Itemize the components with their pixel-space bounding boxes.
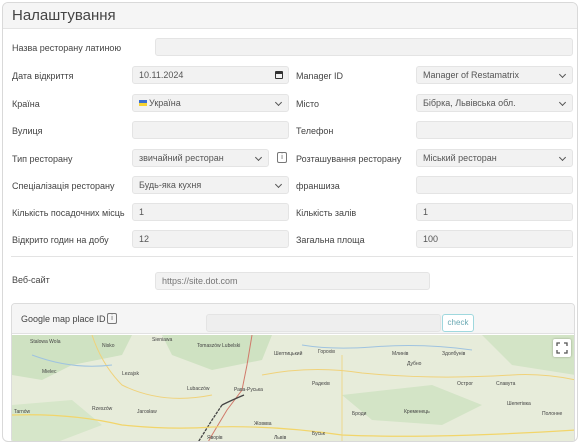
halls-label: Кількість залів <box>296 208 357 218</box>
page-title: Налаштування <box>12 7 116 24</box>
calendar-icon[interactable] <box>275 71 283 79</box>
map-label-sheptytskyi: Шептицький <box>274 350 303 357</box>
country-value: Україна <box>149 98 181 108</box>
map-label-zhovkva: Жовква <box>254 421 272 427</box>
location-select[interactable]: Міський ресторан <box>416 149 573 167</box>
country-select[interactable]: Україна <box>132 94 289 112</box>
map-label-radekhiv: Радехів <box>312 381 330 387</box>
fullscreen-icon <box>556 342 568 354</box>
map-label-sieniawa: Sieniawa <box>152 337 173 343</box>
section-divider <box>11 256 573 257</box>
opening-date-value: 10.11.2024 <box>139 70 184 80</box>
phone-input[interactable] <box>416 121 573 139</box>
location-label: Розташування ресторану <box>296 154 402 164</box>
map-label-zdolbuniv: Здолбунів <box>442 351 466 357</box>
map-label-brody: Броди <box>352 411 367 417</box>
map-label-lubaczow: Lubaczów <box>187 386 210 392</box>
restaurant-type-info-icon[interactable]: i <box>277 152 287 163</box>
street-label: Вулиця <box>12 126 43 136</box>
hours-label: Відкрито годин на добу <box>12 235 109 245</box>
map-label-dubno: Дубно <box>407 361 422 367</box>
website-input[interactable] <box>155 272 430 290</box>
phone-label: Телефон <box>296 126 334 136</box>
map-label-nisko: Nisko <box>102 343 115 349</box>
opening-date-input[interactable]: 10.11.2024 <box>132 66 289 84</box>
city-select[interactable]: Бібрка, Львівська обл. <box>416 94 573 112</box>
panel-header: Налаштування <box>3 3 577 29</box>
street-input[interactable] <box>132 121 289 139</box>
area-label: Загальна площа <box>296 235 365 245</box>
map-label-rava-ruska: Рава-Руська <box>234 387 263 393</box>
map-label-lviv: Львів <box>274 435 287 441</box>
area-input[interactable]: 100 <box>416 230 573 248</box>
franchise-label: франшиза <box>296 181 340 191</box>
map-label-shepetivka: Шепетівка <box>507 401 531 407</box>
fullscreen-button[interactable] <box>553 339 571 357</box>
manager-select[interactable]: Manager of Restamatrix <box>416 66 573 84</box>
map-label-yavoriv: Яворів <box>207 435 223 441</box>
map-label-polonne: Полонне <box>542 411 563 417</box>
map-view[interactable]: Stalowa Wola Nisko Sieniawa Tomaszów Lub… <box>12 335 574 441</box>
hours-input[interactable]: 12 <box>132 230 289 248</box>
check-button[interactable]: check <box>442 314 474 332</box>
map-label-mlyniv: Млинів <box>392 351 409 357</box>
map-label-lezajsk: Lezajsk <box>122 371 139 377</box>
map-label-busk: Буськ <box>312 431 326 437</box>
google-map-place-id-label: Google map place ID <box>21 314 106 324</box>
restaurant-type-label: Тип ресторану <box>12 154 73 164</box>
map-label-tomaszow: Tomaszów Lubelski <box>197 343 240 349</box>
map-card-header: Google map place ID i check <box>12 304 574 334</box>
opening-date-label: Дата відкриття <box>12 71 74 81</box>
specialization-select[interactable]: Будь-яка кухня <box>132 176 289 194</box>
specialization-label: Спеціалізація ресторану <box>12 181 115 191</box>
google-map-card: Google map place ID i check Stalowa Wola… <box>11 303 575 441</box>
ukraine-flag-icon <box>139 100 147 106</box>
manager-label: Manager ID <box>296 71 344 81</box>
seats-label: Кількість посадочних місць <box>12 208 125 218</box>
latin-name-input[interactable] <box>155 38 573 56</box>
place-id-info-icon[interactable]: i <box>107 313 117 324</box>
map-label-slavuta: Славута <box>496 381 516 387</box>
map-canvas: Stalowa Wola Nisko Sieniawa Tomaszów Lub… <box>12 335 574 441</box>
map-label-stalowa-wola: Stalowa Wola <box>30 339 61 345</box>
map-label-ostroh: Острог <box>457 381 473 387</box>
place-id-input[interactable] <box>206 314 441 332</box>
map-label-mielec: Mielec <box>42 369 57 375</box>
settings-panel: Налаштування Назва ресторану латиною Дат… <box>2 2 578 442</box>
seats-input[interactable]: 1 <box>132 203 289 221</box>
map-label-tarnow: Tarnów <box>14 409 31 415</box>
latin-name-label: Назва ресторану латиною <box>12 43 122 53</box>
restaurant-type-select[interactable]: звичайний ресторан <box>132 149 269 167</box>
website-label: Веб-сайт <box>12 275 50 285</box>
map-label-kremenets: Кременець <box>404 409 430 415</box>
map-label-horokhiv: Горохів <box>318 349 335 355</box>
franchise-input[interactable] <box>416 176 573 194</box>
city-label: Місто <box>296 99 320 109</box>
halls-input[interactable]: 1 <box>416 203 573 221</box>
map-label-jaroslaw: Jarosław <box>137 409 157 415</box>
map-label-rzeszow: Rzeszów <box>92 406 113 412</box>
country-label: Країна <box>12 99 40 109</box>
